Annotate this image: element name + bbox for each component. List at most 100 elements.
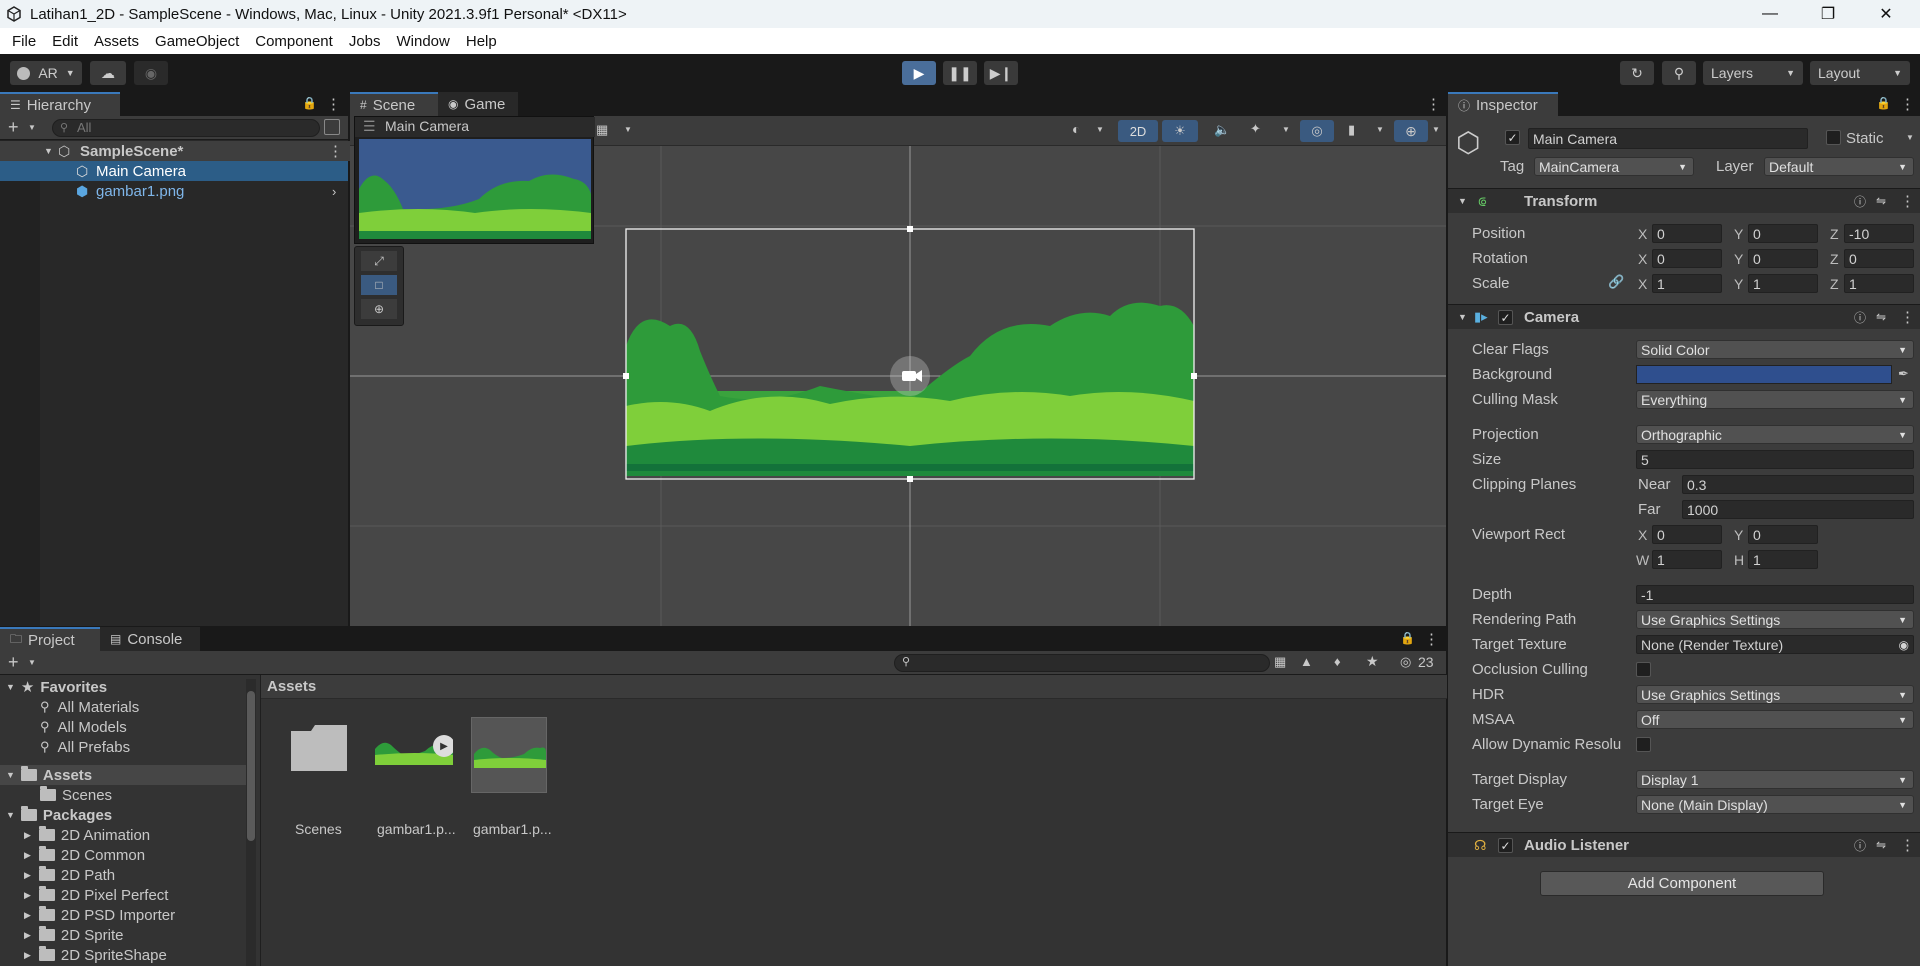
favorites-row[interactable]: ▼ ★ Favorites [0, 677, 246, 697]
viewport-x-field[interactable]: 0 [1652, 525, 1722, 544]
scale-x-field[interactable]: 1 [1652, 274, 1722, 293]
kebab-menu-icon[interactable]: ⋮ [1900, 95, 1915, 113]
hdr-dropdown[interactable]: Use Graphics Settings ▼ [1636, 685, 1914, 704]
effects-icon[interactable]: ✦ [1250, 121, 1261, 137]
tag-dropdown[interactable]: MainCamera ▼ [1534, 157, 1694, 176]
depth-field[interactable]: -1 [1636, 585, 1914, 604]
add-icon[interactable]: + [8, 117, 19, 138]
search-by-type-icon[interactable]: ▦ [1274, 654, 1286, 670]
package-row[interactable]: ▶ 2D Common [24, 845, 145, 865]
asset-scenes-folder[interactable] [289, 717, 349, 777]
package-row[interactable]: ▶ 2D PSD Importer [24, 905, 175, 925]
lighting-toggle[interactable]: ☀ [1162, 120, 1198, 142]
folder-scenes-row[interactable]: Scenes [40, 785, 112, 805]
msaa-dropdown[interactable]: Off ▼ [1636, 710, 1914, 729]
object-picker-icon[interactable]: ◉ [1899, 638, 1909, 652]
chevron-down-icon[interactable]: ▼ [28, 123, 36, 132]
restore-button[interactable]: ❐ [1800, 0, 1856, 28]
tab-inspector[interactable]: ⓘ Inspector [1448, 92, 1558, 116]
package-row[interactable]: ▶ 2D Animation [24, 825, 150, 845]
target-texture-field[interactable]: None (Render Texture) ◉ [1636, 635, 1914, 654]
kebab-menu-icon[interactable]: ⋮ [328, 142, 343, 160]
help-icon[interactable]: ⓘ [1854, 309, 1866, 326]
far-field[interactable]: 1000 [1682, 500, 1914, 519]
audio-mute-icon[interactable]: 🔈 [1214, 122, 1230, 138]
transform-header[interactable]: ▼ ⟃ Transform ⓘ ⇋ ⋮ [1448, 188, 1920, 213]
viewport-y-field[interactable]: 0 [1748, 525, 1818, 544]
menu-component[interactable]: Component [247, 33, 341, 50]
rotation-y-field[interactable]: 0 [1748, 249, 1818, 268]
play-expand-icon[interactable]: ▶ [433, 735, 453, 757]
gizmos-toggle[interactable]: ⊕ [1394, 120, 1428, 142]
active-checkbox[interactable]: ✓ [1505, 130, 1520, 145]
static-checkbox[interactable] [1826, 130, 1841, 145]
search-button[interactable]: ⚲ [1662, 61, 1696, 85]
rect-tool-button[interactable]: □ [361, 275, 397, 295]
shading-mode-icon[interactable]: ◐ [1072, 121, 1080, 137]
breadcrumb[interactable]: Assets [261, 675, 1447, 699]
drag-handle-icon[interactable]: ☰ [363, 117, 376, 135]
help-icon[interactable]: ⓘ [1854, 193, 1866, 210]
project-search-input[interactable]: ⚲ [894, 654, 1270, 672]
tree-scrollbar[interactable] [246, 679, 256, 966]
rendering-path-dropdown[interactable]: Use Graphics Settings ▼ [1636, 610, 1914, 629]
kebab-menu-icon[interactable]: ⋮ [326, 95, 341, 113]
chevron-down-icon[interactable]: ▼ [1376, 125, 1384, 134]
tab-project[interactable]: 🗀 Project [0, 627, 100, 651]
size-field[interactable]: 5 [1636, 450, 1914, 469]
view-tool-button[interactable]: ⤢ [361, 251, 397, 271]
favorite-all-prefabs[interactable]: ⚲ All Prefabs [40, 737, 130, 757]
tab-console[interactable]: ▤ Console [100, 627, 200, 651]
chevron-down-icon[interactable]: ▼ [1432, 125, 1440, 134]
rotation-z-field[interactable]: 0 [1844, 249, 1914, 268]
package-row[interactable]: ▶ 2D Sprite [24, 925, 123, 945]
chevron-down-icon[interactable]: ▼ [1282, 125, 1290, 134]
package-row[interactable]: ▶ 2D Pixel Perfect [24, 885, 168, 905]
scale-z-field[interactable]: 1 [1844, 274, 1914, 293]
chevron-down-icon[interactable]: ▼ [1906, 133, 1914, 142]
label-tag-icon[interactable]: ♦ [1334, 654, 1341, 669]
2d-mode-toggle[interactable]: 2D [1118, 120, 1158, 142]
hidden-packages-icon[interactable]: ◎ [1400, 654, 1411, 670]
kebab-menu-icon[interactable]: ⋮ [1424, 630, 1439, 648]
layers-dropdown[interactable]: Layers ▼ [1703, 61, 1803, 85]
pause-button[interactable]: ❚❚ [943, 61, 977, 85]
asset-gambar1-texture[interactable] [471, 717, 547, 793]
minimize-button[interactable]: — [1742, 0, 1798, 28]
kebab-menu-icon[interactable]: ⋮ [1900, 192, 1915, 210]
camera-enabled-checkbox[interactable]: ✓ [1498, 310, 1513, 325]
position-y-field[interactable]: 0 [1748, 224, 1818, 243]
hierarchy-scene-row[interactable]: ▼ ⬡ SampleScene* ⋮ [0, 141, 350, 161]
scene-view[interactable]: ▦ ▼ ◐ ▼ 2D ☀ 🔈 ✦ ▼ ◎ ▮ ▼ ⊕ ▼ ☰ Main Came… [350, 116, 1446, 626]
scrollbar-thumb[interactable] [247, 691, 255, 841]
near-field[interactable]: 0.3 [1682, 475, 1914, 494]
step-button[interactable]: ▶❙ [984, 61, 1018, 85]
history-button[interactable]: ↻ [1620, 61, 1654, 85]
gizmo-grid-icon[interactable]: ▦ [596, 122, 608, 138]
eyedropper-icon[interactable]: ✒ [1898, 366, 1909, 382]
tab-hierarchy[interactable]: ☰ Hierarchy [0, 92, 120, 116]
lock-icon[interactable]: 🔒 [302, 96, 317, 110]
hierarchy-item-gambar1[interactable]: ⬢ gambar1.png › [0, 181, 350, 201]
audio-listener-enabled-checkbox[interactable]: ✓ [1498, 838, 1513, 853]
tab-scene[interactable]: # Scene [350, 92, 438, 116]
target-display-dropdown[interactable]: Display 1 ▼ [1636, 770, 1914, 789]
chevron-down-icon[interactable]: ▼ [624, 125, 632, 134]
audio-listener-header[interactable]: ☊ ✓ Audio Listener ⓘ ⇋ ⋮ [1448, 832, 1920, 857]
add-icon[interactable]: + [8, 652, 19, 673]
account-button[interactable]: AR ▼ [10, 61, 82, 85]
kebab-menu-icon[interactable]: ⋮ [1900, 836, 1915, 854]
menu-edit[interactable]: Edit [44, 33, 86, 50]
lock-icon[interactable]: 🔒 [1876, 96, 1891, 110]
menu-help[interactable]: Help [458, 33, 505, 50]
kebab-menu-icon[interactable]: ⋮ [1900, 308, 1915, 326]
preset-icon[interactable]: ⇋ [1876, 310, 1886, 324]
favorite-all-materials[interactable]: ⚲ All Materials [40, 697, 139, 717]
menu-window[interactable]: Window [389, 33, 458, 50]
background-color-swatch[interactable] [1636, 365, 1892, 384]
occlusion-culling-checkbox[interactable] [1636, 662, 1651, 677]
tab-game[interactable]: ◉ Game [438, 92, 518, 116]
chevron-down-icon[interactable]: ▼ [28, 658, 36, 667]
viewport-w-field[interactable]: 1 [1652, 550, 1722, 569]
add-component-button[interactable]: Add Component [1540, 871, 1824, 896]
